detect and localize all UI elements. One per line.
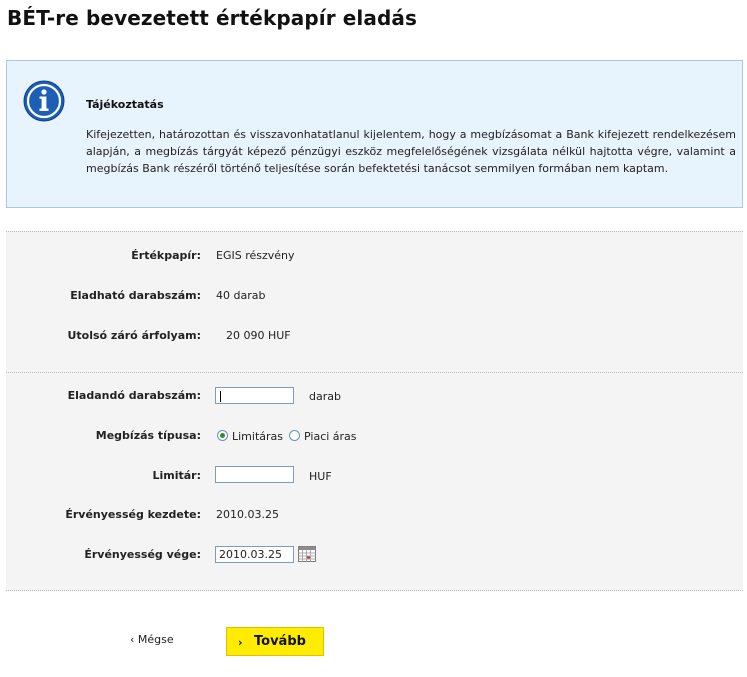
valid-to-input[interactable]: 2010.03.25: [215, 546, 294, 563]
security-value: EGIS részvény: [216, 249, 295, 262]
page-title: BÉT-re bevezetett értékpapír eladás: [7, 6, 417, 30]
calendar-icon[interactable]: [298, 546, 316, 562]
order-type-limit-label[interactable]: Limitáras: [232, 430, 283, 443]
valid-from-label: Érvényesség kezdete:: [65, 508, 201, 521]
order-type-label: Megbízás típusa:: [95, 429, 201, 442]
order-type-limit-radio[interactable]: [217, 430, 228, 441]
limit-price-label: Limitár:: [152, 469, 201, 482]
valid-from-value: 2010.03.25: [216, 508, 279, 521]
last-close-price-value: 20 090 HUF: [226, 329, 291, 342]
radio-selected-dot: [220, 433, 225, 438]
order-type-market-label[interactable]: Piaci áras: [304, 430, 357, 443]
order-form: Értékpapír: EGIS részvény Eladható darab…: [6, 231, 743, 591]
sellable-quantity-label: Eladható darabszám:: [70, 289, 201, 302]
valid-to-input-value: 2010.03.25: [219, 548, 282, 561]
limit-price-unit: HUF: [309, 470, 332, 483]
quantity-unit: darab: [309, 390, 341, 403]
text-caret: [220, 391, 221, 402]
next-button-label: Tovább: [254, 634, 306, 649]
quantity-input[interactable]: [215, 387, 294, 404]
sellable-quantity-value: 40 darab: [216, 289, 266, 302]
limit-price-input[interactable]: [215, 466, 294, 483]
chevron-right-icon: ›: [238, 636, 243, 649]
valid-to-label: Érvényesség vége:: [84, 548, 201, 561]
info-box: Tájékoztatás Kifejezetten, határozottan …: [6, 60, 743, 208]
quantity-label: Eladandó darabszám:: [67, 389, 201, 402]
cancel-link[interactable]: ‹ Mégse: [130, 633, 174, 646]
last-close-price-label: Utolsó záró árfolyam:: [67, 329, 201, 342]
cancel-label: Mégse: [137, 633, 174, 646]
order-type-market-radio[interactable]: [289, 430, 300, 441]
security-label: Értékpapír:: [131, 249, 201, 262]
info-text: Kifejezetten, határozottan és visszavonh…: [86, 128, 736, 175]
section-divider: [6, 372, 743, 373]
chevron-left-icon: ‹: [130, 633, 135, 646]
info-title: Tájékoztatás: [86, 98, 164, 111]
next-button[interactable]: › Tovább: [226, 627, 324, 656]
info-icon: [23, 80, 65, 122]
